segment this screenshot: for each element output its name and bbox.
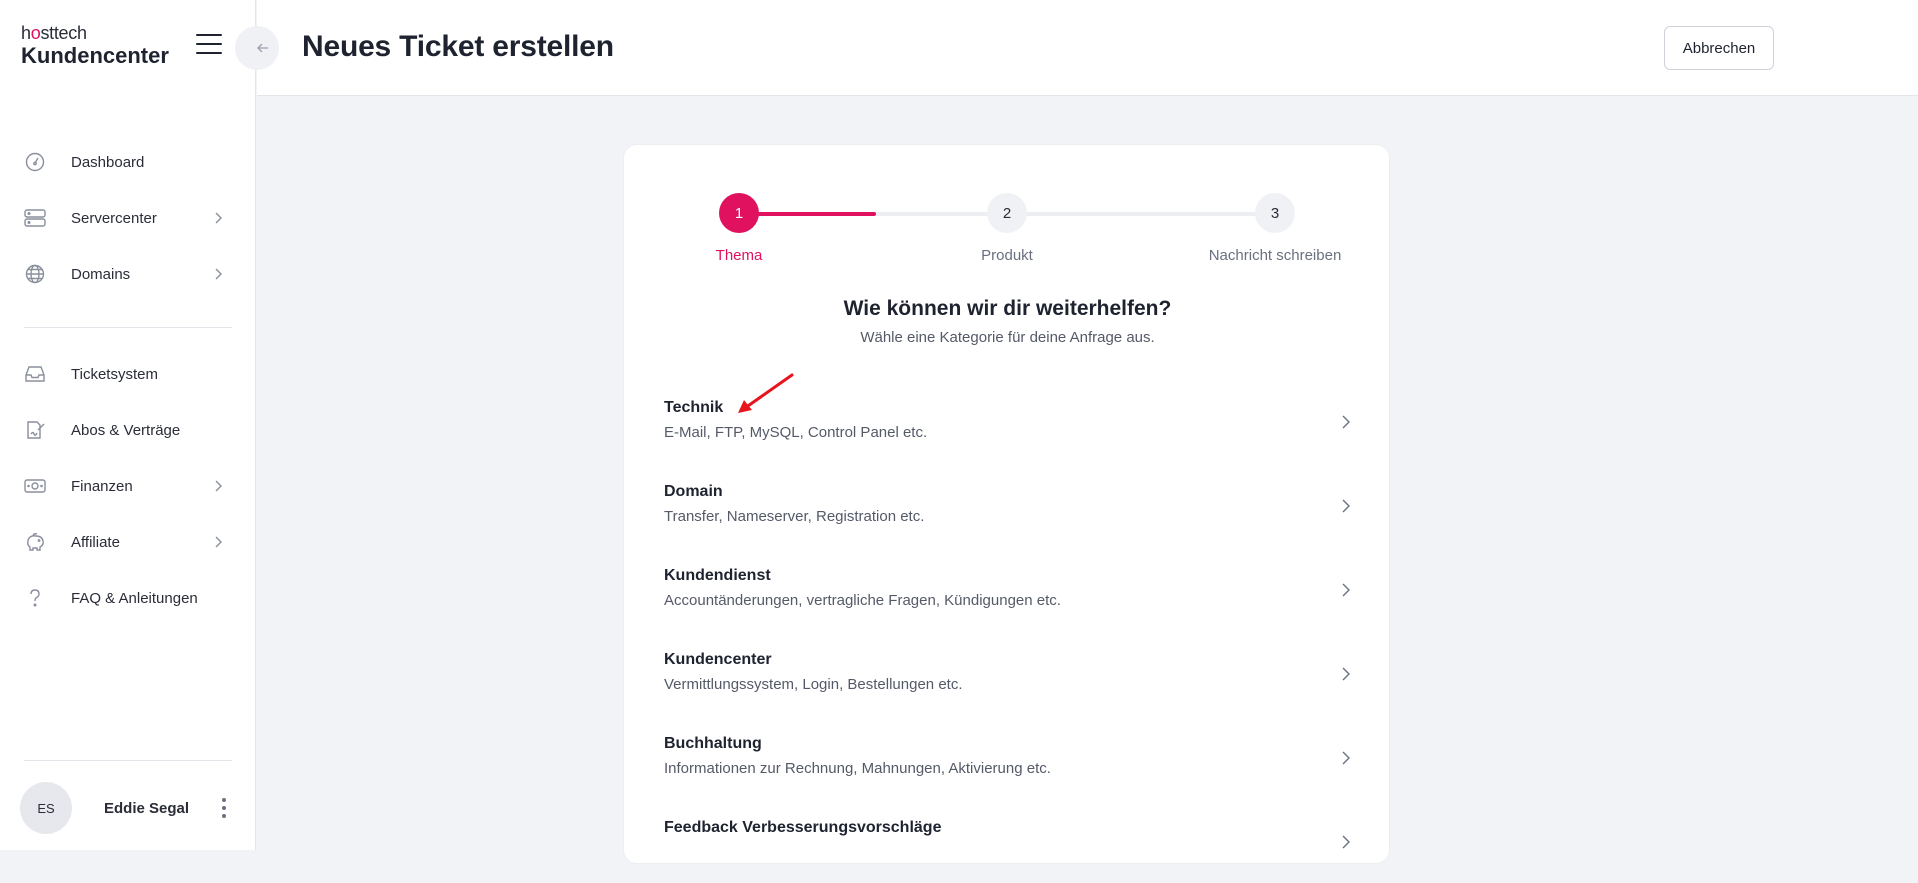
stepper: 1 Thema 2 Produkt 3 Nachricht schreiben bbox=[624, 193, 1391, 273]
sidebar-item-label: Finanzen bbox=[71, 477, 133, 495]
step-number: 1 bbox=[719, 193, 759, 233]
category-description: Informationen zur Rechnung, Mahnungen, A… bbox=[664, 760, 1051, 777]
category-description: Vermittlungssystem, Login, Bestellungen … bbox=[664, 676, 963, 693]
step-1[interactable]: 1 Thema bbox=[649, 193, 829, 264]
chevron-right-icon bbox=[1342, 415, 1350, 429]
step-number: 3 bbox=[1255, 193, 1295, 233]
money-icon bbox=[24, 475, 46, 497]
globe-icon bbox=[24, 263, 46, 285]
category-title: Technik bbox=[664, 399, 724, 416]
question-icon bbox=[24, 587, 46, 609]
avatar: ES bbox=[20, 782, 72, 834]
user-profile[interactable]: ES Eddie Segal bbox=[20, 782, 232, 834]
nav-divider bbox=[24, 327, 232, 328]
category-buchhaltung[interactable]: Buchhaltung Informationen zur Rechnung, … bbox=[664, 715, 1351, 799]
question-block: Wie können wir dir weiterhelfen? Wähle e… bbox=[624, 297, 1391, 346]
chevron-right-icon bbox=[215, 268, 222, 280]
category-description: Accountänderungen, vertragliche Fragen, … bbox=[664, 592, 1061, 609]
step-3[interactable]: 3 Nachricht schreiben bbox=[1185, 193, 1365, 264]
chevron-right-icon bbox=[1342, 835, 1350, 849]
step-number: 2 bbox=[987, 193, 1027, 233]
step-label: Thema bbox=[715, 247, 763, 264]
chevron-right-icon bbox=[215, 480, 222, 492]
category-domain[interactable]: Domain Transfer, Nameserver, Registratio… bbox=[664, 463, 1351, 547]
category-description: E-Mail, FTP, MySQL, Control Panel etc. bbox=[664, 424, 928, 441]
sidebar-item-dashboard[interactable]: Dashboard bbox=[24, 134, 232, 190]
server-icon bbox=[24, 207, 46, 229]
page-title: Neues Ticket erstellen bbox=[302, 30, 614, 63]
logo-product: Kundencenter bbox=[21, 43, 169, 68]
category-feedback[interactable]: Feedback Verbesserungsvorschläge bbox=[664, 799, 1351, 883]
user-name: Eddie Segal bbox=[104, 799, 190, 817]
sidebar-item-label: Domains bbox=[71, 265, 131, 283]
chevron-right-icon bbox=[1342, 583, 1350, 597]
logo[interactable]: hosttech Kundencenter bbox=[21, 22, 169, 68]
question-heading: Wie können wir dir weiterhelfen? bbox=[843, 297, 1172, 320]
category-technik[interactable]: Technik E-Mail, FTP, MySQL, Control Pane… bbox=[664, 379, 1351, 463]
inbox-icon bbox=[24, 363, 46, 385]
sidebar-item-domains[interactable]: Domains bbox=[24, 246, 232, 302]
step-label: Produkt bbox=[981, 247, 1033, 264]
contract-icon bbox=[24, 419, 46, 441]
sidebar-item-label: FAQ & Anleitungen bbox=[71, 589, 198, 607]
step-2[interactable]: 2 Produkt bbox=[917, 193, 1097, 264]
back-button[interactable] bbox=[235, 26, 279, 70]
sidebar-item-abos-vertraege[interactable]: Abos & Verträge bbox=[24, 402, 232, 458]
step-label: Nachricht schreiben bbox=[1208, 247, 1342, 264]
ticket-wizard-card: 1 Thema 2 Produkt 3 Nachricht schreiben … bbox=[623, 144, 1390, 864]
category-title: Kundendienst bbox=[664, 567, 771, 584]
sidebar-nav: Dashboard Servercenter Domains Ticketsys… bbox=[24, 134, 232, 626]
menu-toggle-icon[interactable] bbox=[196, 34, 222, 56]
sidebar-item-ticketsystem[interactable]: Ticketsystem bbox=[24, 346, 232, 402]
category-description: Transfer, Nameserver, Registration etc. bbox=[664, 508, 925, 525]
question-subtitle: Wähle eine Kategorie für deine Anfrage a… bbox=[860, 329, 1155, 346]
chevron-right-icon bbox=[1342, 751, 1350, 765]
category-title: Domain bbox=[664, 483, 723, 500]
sidebar-item-label: Abos & Verträge bbox=[71, 421, 181, 439]
sidebar-item-label: Servercenter bbox=[71, 209, 157, 227]
category-kundencenter[interactable]: Kundencenter Vermittlungssystem, Login, … bbox=[664, 631, 1351, 715]
cancel-button[interactable]: Abbrechen bbox=[1664, 26, 1774, 70]
sidebar-item-faq[interactable]: FAQ & Anleitungen bbox=[24, 570, 232, 626]
category-title: Buchhaltung bbox=[664, 735, 762, 752]
user-divider bbox=[24, 760, 232, 761]
chevron-right-icon bbox=[215, 536, 222, 548]
category-title: Feedback Verbesserungsvorschläge bbox=[664, 819, 942, 836]
logo-brand: hosttech bbox=[21, 23, 87, 43]
sidebar: hosttech Kundencenter Dashboard Serverce… bbox=[0, 0, 256, 850]
chevron-right-icon bbox=[1342, 667, 1350, 681]
header: Neues Ticket erstellen Abbrechen bbox=[235, 0, 1918, 96]
sidebar-item-affiliate[interactable]: Affiliate bbox=[24, 514, 232, 570]
sidebar-item-label: Ticketsystem bbox=[71, 365, 158, 383]
piggy-bank-icon bbox=[24, 531, 46, 553]
chevron-right-icon bbox=[1342, 499, 1350, 513]
category-kundendienst[interactable]: Kundendienst Accountänderungen, vertragl… bbox=[664, 547, 1351, 631]
sidebar-item-finanzen[interactable]: Finanzen bbox=[24, 458, 232, 514]
chevron-right-icon bbox=[215, 212, 222, 224]
more-vertical-icon[interactable] bbox=[220, 798, 228, 818]
arrow-left-icon bbox=[257, 43, 268, 53]
sidebar-item-servercenter[interactable]: Servercenter bbox=[24, 190, 232, 246]
sidebar-item-label: Affiliate bbox=[71, 533, 120, 551]
sidebar-item-label: Dashboard bbox=[71, 153, 145, 171]
gauge-icon bbox=[24, 151, 46, 173]
category-title: Kundencenter bbox=[664, 651, 772, 668]
